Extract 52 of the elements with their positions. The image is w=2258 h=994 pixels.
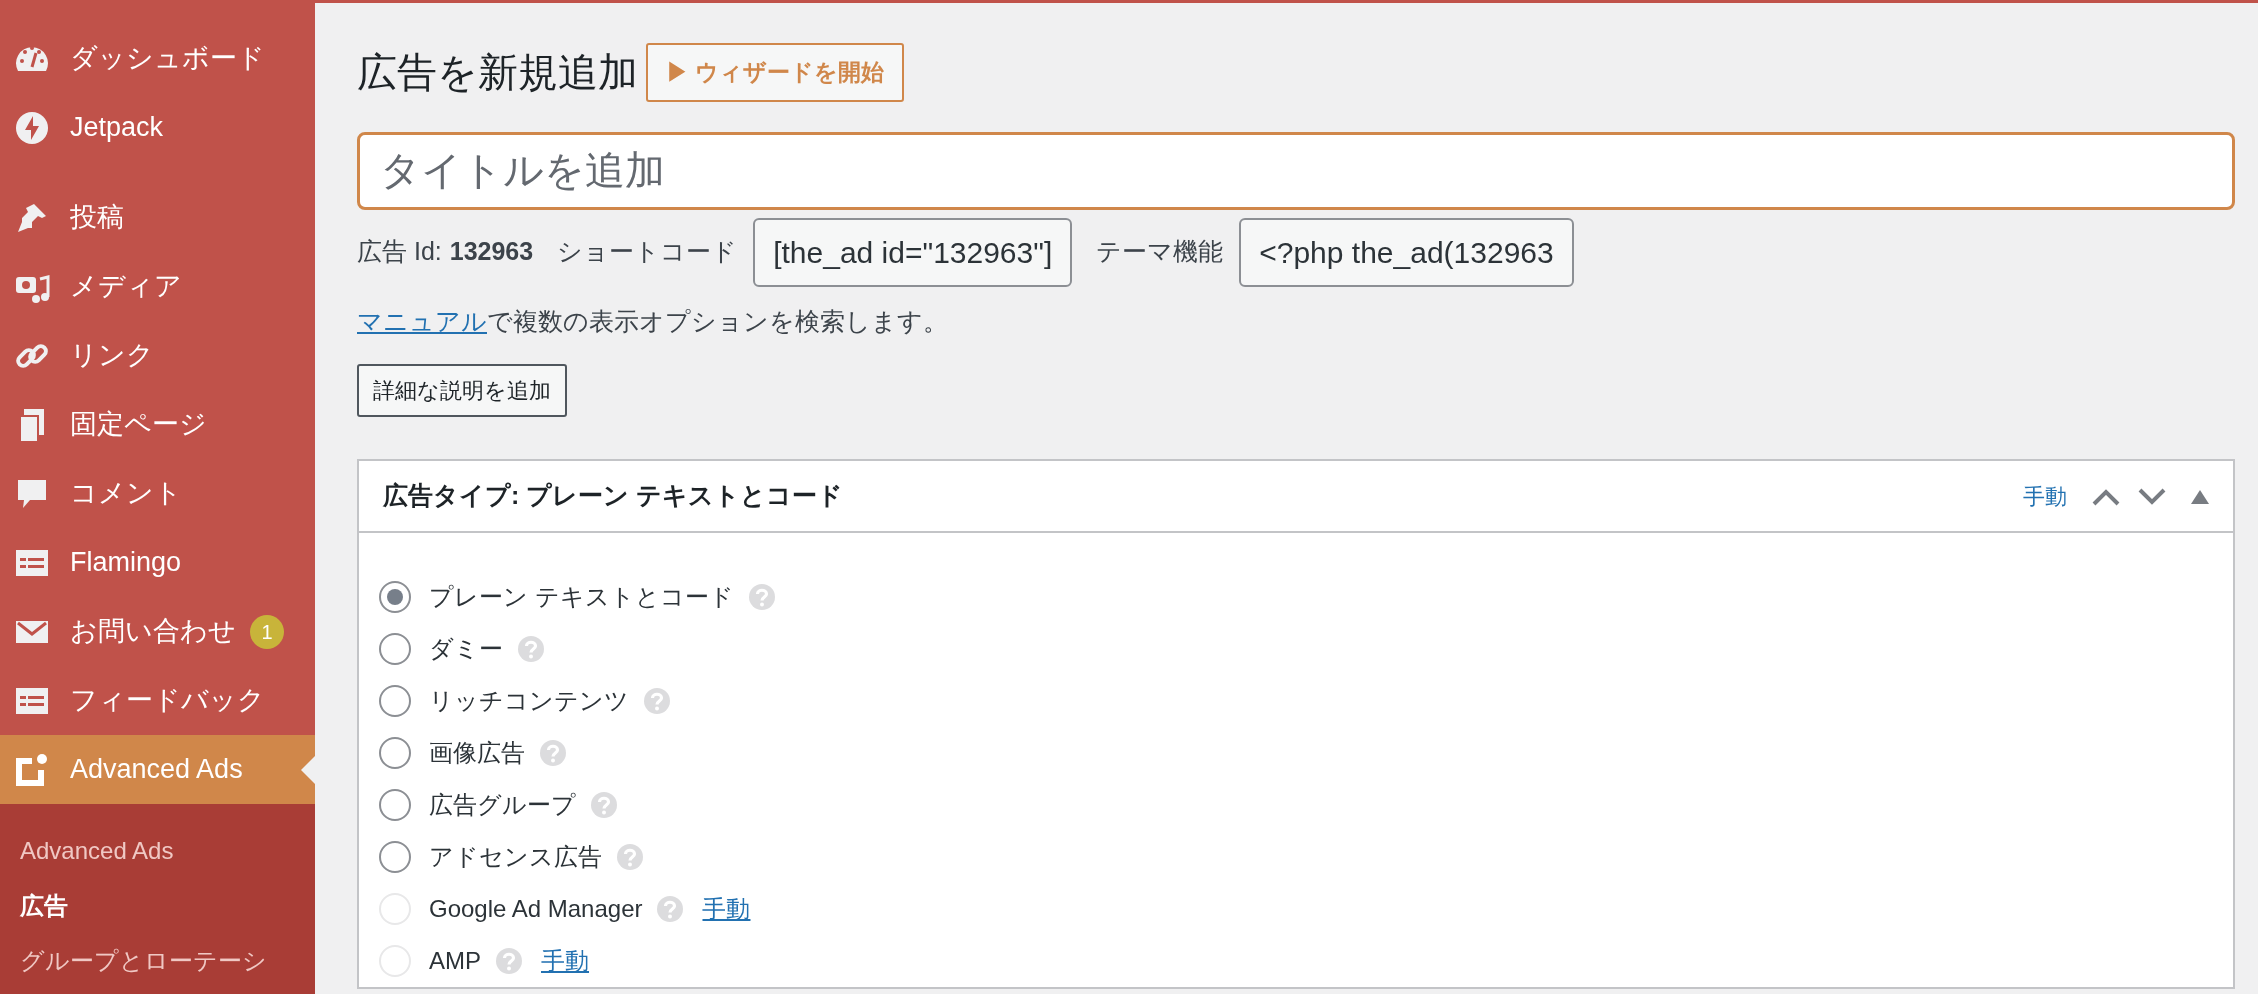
option-label[interactable]: リッチコンテンツ bbox=[429, 683, 629, 719]
help-icon[interactable] bbox=[539, 739, 567, 767]
sidebar-item[interactable]: コメント bbox=[0, 459, 315, 528]
manual-hint-text: で複数の表示オプションを検索します。 bbox=[487, 306, 948, 335]
lightning-icon bbox=[14, 109, 50, 146]
theme-function-label: テーマ機能 bbox=[1096, 236, 1224, 268]
radio-button[interactable] bbox=[379, 737, 411, 769]
help-icon[interactable] bbox=[643, 687, 671, 715]
sidebar-item[interactable]: 固定ページ bbox=[0, 390, 315, 459]
logo-icon bbox=[14, 751, 50, 788]
sidebar-item[interactable]: メディア bbox=[0, 252, 315, 321]
sidebar-item[interactable]: 投稿 bbox=[0, 183, 315, 252]
pointer-icon bbox=[301, 755, 315, 784]
submenu-item[interactable]: グループとローテーシ bbox=[0, 933, 315, 989]
submenu-item[interactable]: 広告 bbox=[0, 878, 315, 934]
sidebar-item[interactable]: Jetpack bbox=[0, 93, 315, 162]
manual-link[interactable]: 手動 bbox=[2023, 479, 2067, 513]
option-label[interactable]: アドセンス広告 bbox=[429, 839, 602, 875]
shortcode-label: ショートコード bbox=[557, 236, 738, 268]
help-icon[interactable] bbox=[590, 791, 618, 819]
sidebar-item[interactable]: お問い合わせ 1 bbox=[0, 597, 315, 666]
option-label[interactable]: プレーン テキストとコード bbox=[429, 579, 734, 615]
option-label[interactable]: ダミー bbox=[429, 631, 503, 667]
help-icon[interactable] bbox=[517, 635, 545, 663]
sidebar-item[interactable]: リンク bbox=[0, 321, 315, 390]
help-icon[interactable] bbox=[616, 843, 644, 871]
sidebar-item[interactable]: ダッシュボード bbox=[0, 24, 315, 93]
help-icon[interactable] bbox=[656, 895, 685, 923]
wizard-button[interactable]: ▶ ウィザードを開始 bbox=[646, 43, 905, 102]
ad-id-label: 広告 Id: bbox=[357, 236, 442, 268]
count-badge: 1 bbox=[250, 614, 284, 649]
manual-link[interactable]: マニュアル bbox=[357, 306, 487, 335]
help-icon[interactable] bbox=[495, 947, 523, 975]
radio-button[interactable] bbox=[379, 789, 411, 821]
theme-function-field[interactable]: <?php the_ad(132963 bbox=[1239, 217, 1574, 287]
page-title: 広告を新規追加 bbox=[357, 49, 638, 97]
sidebar-item[interactable]: フィードバック bbox=[0, 666, 315, 735]
sidebar-item[interactable]: Flamingo bbox=[0, 528, 315, 597]
add-description-button[interactable]: 詳細な説明を追加 bbox=[357, 364, 567, 417]
shortcode-field[interactable]: [the_ad id="132963"] bbox=[753, 217, 1073, 287]
ad-id: 132963 bbox=[449, 236, 534, 268]
submenu-item[interactable]: Advanced Ads bbox=[0, 824, 315, 879]
box-title: 広告タイプ: プレーン テキストとコード bbox=[383, 480, 845, 512]
radio-button[interactable] bbox=[379, 685, 411, 717]
radio-button[interactable] bbox=[379, 841, 411, 873]
help-icon[interactable] bbox=[747, 583, 776, 611]
radio-button[interactable] bbox=[379, 581, 411, 613]
title-field[interactable]: タイトルを追加 bbox=[357, 131, 2235, 210]
option-label[interactable]: 広告グループ bbox=[429, 787, 576, 823]
option-label[interactable]: 画像広告 bbox=[429, 735, 525, 771]
sidebar-item[interactable]: Advanced Ads bbox=[0, 735, 315, 804]
radio-button[interactable] bbox=[379, 633, 411, 665]
